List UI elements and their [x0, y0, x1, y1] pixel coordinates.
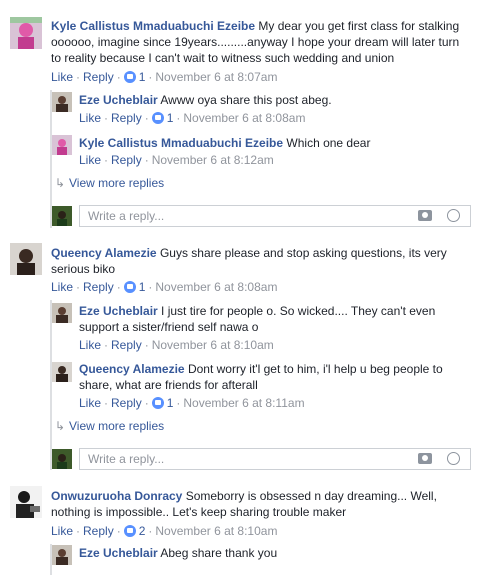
emoji-icon[interactable]	[447, 209, 460, 222]
view-more-replies[interactable]: ↳ View more replies	[55, 418, 164, 434]
reply-link[interactable]: Reply	[83, 70, 114, 84]
like-link[interactable]: Like	[51, 280, 73, 294]
like-count[interactable]: 1	[167, 111, 174, 125]
avatar[interactable]	[10, 17, 42, 49]
comment-actions: Like · Reply · 1 · November 6 at 8:07am	[51, 70, 278, 84]
avatar-image	[52, 545, 72, 565]
reply-author[interactable]: Eze Ucheblair	[79, 93, 158, 107]
reply-link[interactable]: Reply	[111, 153, 142, 167]
reply-input[interactable]: Write a reply...	[79, 205, 471, 227]
avatar-image	[52, 303, 72, 323]
reply-body: Eze Ucheblair I just tire for people o. …	[79, 303, 471, 335]
reply-text: Which one dear	[286, 136, 371, 150]
like-count[interactable]: 1	[139, 280, 146, 294]
reply-actions: Like · Reply · November 6 at 8:12am	[79, 153, 274, 167]
reply-input-placeholder: Write a reply...	[88, 209, 165, 223]
avatar[interactable]	[52, 545, 72, 565]
comment-timestamp[interactable]: November 6 at 8:10am	[155, 524, 277, 538]
reply-timestamp[interactable]: November 6 at 8:12am	[152, 153, 274, 167]
avatar[interactable]	[52, 303, 72, 323]
avatar[interactable]	[52, 449, 72, 469]
replies-rail	[50, 300, 52, 470]
like-count-icon	[151, 112, 164, 124]
emoji-icon[interactable]	[447, 452, 460, 465]
reply-body: Queency Alamezie Dont worry it'l get to …	[79, 361, 471, 393]
comment-timestamp[interactable]: November 6 at 8:08am	[155, 280, 277, 294]
reply-link[interactable]: Reply	[83, 524, 114, 538]
like-count-icon	[151, 397, 164, 409]
like-count[interactable]: 1	[167, 396, 174, 410]
like-link[interactable]: Like	[79, 111, 101, 125]
comment-body: Kyle Callistus Mmaduabuchi Ezeibe My dea…	[51, 18, 471, 66]
avatar[interactable]	[52, 135, 72, 155]
avatar-image	[52, 135, 72, 155]
reply-body: Eze Ucheblair Abeg share thank you	[79, 545, 471, 561]
avatar-image	[10, 243, 42, 275]
reply-timestamp[interactable]: November 6 at 8:08am	[183, 111, 305, 125]
avatar-image	[10, 17, 42, 49]
like-count-icon	[123, 281, 136, 293]
reply-author[interactable]: Eze Ucheblair	[79, 546, 158, 560]
reply-input[interactable]: Write a reply...	[79, 448, 471, 470]
reply-link[interactable]: Reply	[111, 338, 142, 352]
comment-actions: Like · Reply · 2 · November 6 at 8:10am	[51, 524, 278, 538]
reply-author[interactable]: Eze Ucheblair	[79, 304, 158, 318]
like-link[interactable]: Like	[51, 524, 73, 538]
reply-actions: Like · Reply · November 6 at 8:10am	[79, 338, 274, 352]
reply-text: Awww oya share this post abeg.	[160, 93, 332, 107]
reply-text: Abeg share thank you	[160, 546, 278, 560]
reply-timestamp[interactable]: November 6 at 8:11am	[183, 396, 304, 410]
camera-icon[interactable]	[418, 210, 432, 221]
reply-arrow-icon: ↳	[55, 419, 66, 433]
reply-arrow-icon: ↳	[55, 176, 66, 190]
comment-body: Onwuzuruoha Donracy Someborry is obsesse…	[51, 488, 471, 520]
avatar-image	[52, 206, 72, 226]
like-count[interactable]: 1	[139, 70, 146, 84]
avatar-image	[52, 362, 72, 382]
camera-icon[interactable]	[418, 453, 432, 464]
avatar[interactable]	[52, 206, 72, 226]
reply-body: Kyle Callistus Mmaduabuchi Ezeibe Which …	[79, 135, 469, 151]
reply-actions: Like · Reply · 1 · November 6 at 8:08am	[79, 111, 306, 125]
comment-author[interactable]: Kyle Callistus Mmaduabuchi Ezeibe	[51, 19, 255, 33]
reply-input-placeholder: Write a reply...	[88, 452, 165, 466]
comment-author[interactable]: Onwuzuruoha Donracy	[51, 489, 182, 503]
avatar[interactable]	[10, 486, 42, 518]
reply-body: Eze Ucheblair Awww oya share this post a…	[79, 92, 469, 108]
like-count[interactable]: 2	[139, 524, 146, 538]
comment-body: Queency Alamezie Guys share please and s…	[51, 245, 471, 277]
like-link[interactable]: Like	[79, 153, 101, 167]
comment-timestamp[interactable]: November 6 at 8:07am	[155, 70, 277, 84]
reply-actions: Like · Reply · 1 · November 6 at 8:11am	[79, 396, 305, 410]
comment-actions: Like · Reply · 1 · November 6 at 8:08am	[51, 280, 278, 294]
view-more-replies[interactable]: ↳ View more replies	[55, 175, 164, 191]
reply-timestamp[interactable]: November 6 at 8:10am	[152, 338, 274, 352]
like-link[interactable]: Like	[51, 70, 73, 84]
reply-link[interactable]: Reply	[111, 111, 142, 125]
avatar[interactable]	[10, 243, 42, 275]
like-count-icon	[123, 71, 136, 83]
avatar[interactable]	[52, 92, 72, 112]
comment-author[interactable]: Queency Alamezie	[51, 246, 157, 260]
avatar-image	[10, 486, 42, 518]
reply-link[interactable]: Reply	[111, 396, 142, 410]
like-count-icon	[123, 525, 136, 537]
avatar-image	[52, 449, 72, 469]
reply-link[interactable]: Reply	[83, 280, 114, 294]
reply-author[interactable]: Queency Alamezie	[79, 362, 185, 376]
avatar[interactable]	[52, 362, 72, 382]
avatar-image	[52, 92, 72, 112]
like-link[interactable]: Like	[79, 338, 101, 352]
reply-author[interactable]: Kyle Callistus Mmaduabuchi Ezeibe	[79, 136, 283, 150]
like-link[interactable]: Like	[79, 396, 101, 410]
